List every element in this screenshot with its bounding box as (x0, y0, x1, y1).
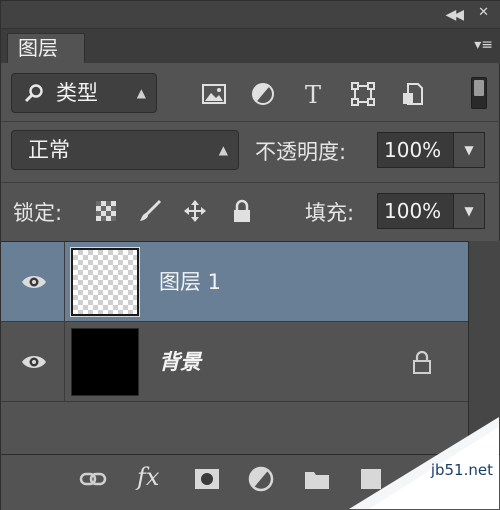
opacity-label: 不透明度: (255, 140, 347, 164)
add-mask-icon[interactable] (193, 465, 221, 493)
smart-object-filter-icon[interactable] (400, 81, 426, 107)
new-adjustment-layer-icon[interactable] (247, 465, 275, 493)
select-updown-icon: ▲ (218, 143, 228, 157)
adjustment-filter-icon[interactable] (250, 81, 276, 107)
select-updown-icon: ▲ (136, 86, 146, 100)
fill-input[interactable]: 100% (377, 193, 459, 229)
shape-filter-icon[interactable] (350, 81, 376, 107)
layer-filter-row: 类型 ▲ T (1, 63, 500, 121)
layer-locked-icon (413, 350, 431, 374)
lock-row: 锁定: 填充: 100% ▼ (1, 183, 500, 239)
panel-title-strip: ◀◀ ✕ (1, 1, 500, 29)
layer-thumbnail (70, 247, 140, 317)
eye-icon (22, 356, 46, 368)
lock-label: 锁定: (13, 201, 63, 225)
add-layer-style-button[interactable]: fx (137, 463, 159, 491)
lock-position-move-icon[interactable] (183, 199, 207, 223)
filter-kind-select[interactable]: 类型 ▲ (11, 73, 157, 113)
panel-tab-row: 图层 ▾≡ (1, 29, 500, 63)
watermark-text: jb51.net (430, 461, 493, 479)
blend-mode-select[interactable]: 正常 ▲ (11, 130, 239, 170)
panel-menu-icon[interactable]: ▾≡ (474, 37, 493, 53)
collapse-panel-button[interactable]: ◀◀ (445, 7, 463, 23)
layer-visibility-toggle[interactable] (1, 322, 65, 402)
tab-layers[interactable]: 图层 (7, 33, 85, 63)
search-icon (24, 84, 43, 103)
blend-mode-value: 正常 (28, 138, 70, 162)
lock-transparent-pixels-icon[interactable] (94, 199, 118, 223)
opacity-input[interactable]: 100% (377, 132, 459, 168)
opacity-dropdown-button[interactable]: ▼ (453, 132, 485, 168)
filter-toggle-switch[interactable] (471, 77, 487, 109)
layer-thumbnail (71, 328, 139, 396)
fill-label: 填充: (305, 201, 355, 225)
close-panel-button[interactable]: ✕ (478, 5, 489, 20)
blend-row: 正常 ▲ 不透明度: 100% ▼ (1, 122, 500, 182)
lock-all-icon[interactable] (230, 199, 254, 223)
layer-name: 图层 1 (159, 270, 222, 294)
layer-row-background[interactable]: 背景 (1, 322, 468, 402)
eye-icon (22, 276, 46, 288)
new-group-folder-icon[interactable] (303, 465, 331, 493)
link-layers-icon[interactable] (79, 465, 107, 493)
layer-name: 背景 (159, 350, 201, 374)
layer-row-1[interactable]: 图层 1 (1, 242, 468, 322)
svg-text:T: T (305, 81, 321, 107)
filter-kind-label: 类型 (56, 81, 98, 105)
layers-panel: ◀◀ ✕ 图层 ▾≡ 类型 ▲ T 正常 ▲ 不透明度: 100% ▼ 锁定: … (0, 0, 500, 510)
image-filter-icon[interactable] (201, 81, 227, 107)
layer-visibility-toggle[interactable] (1, 242, 65, 322)
fill-dropdown-button[interactable]: ▼ (453, 193, 485, 229)
type-filter-icon[interactable]: T (300, 81, 326, 107)
lock-image-pixels-brush-icon[interactable] (138, 199, 162, 223)
